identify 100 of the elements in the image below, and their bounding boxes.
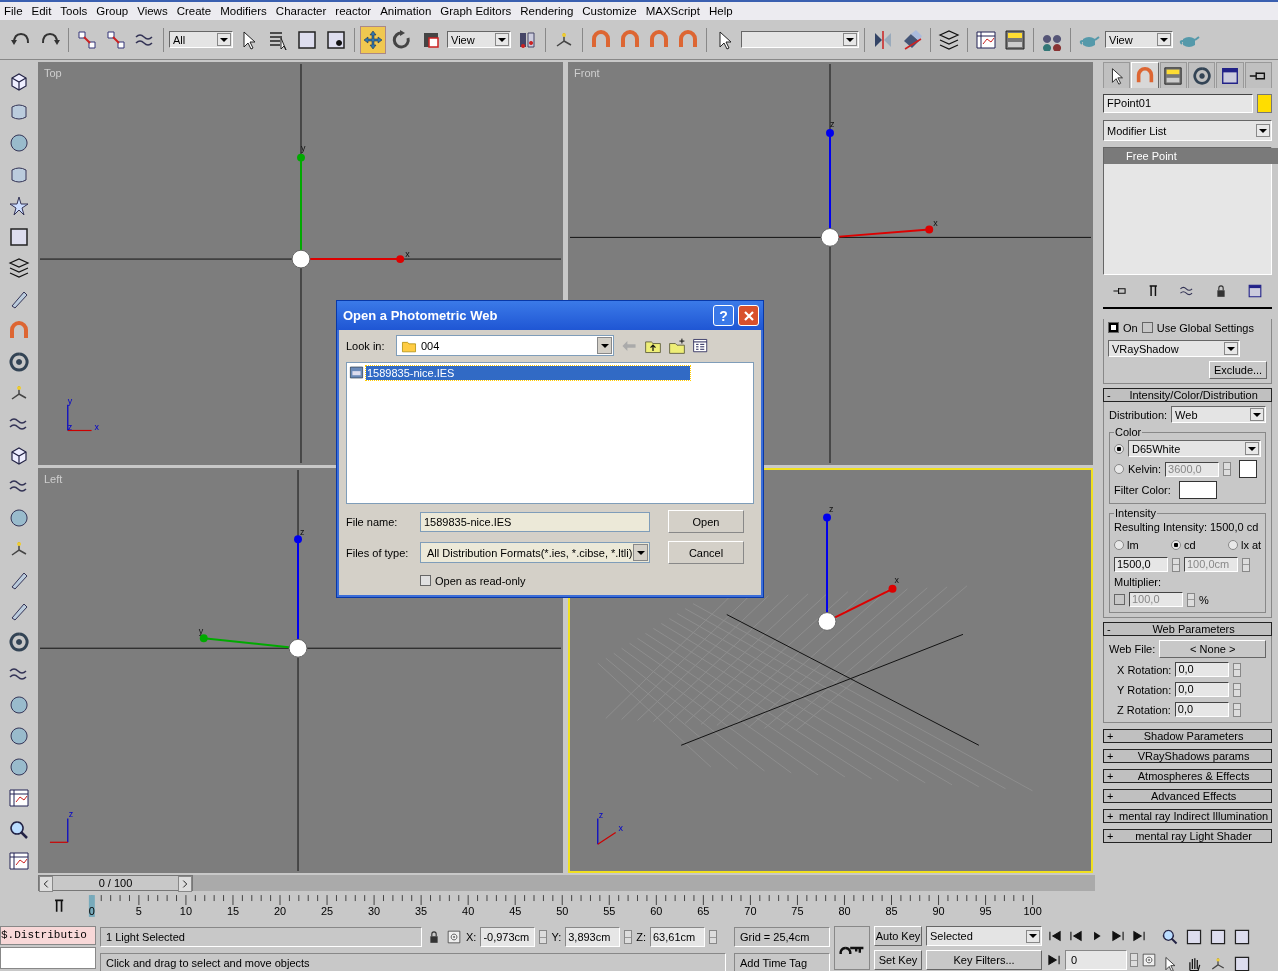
modify-tab[interactable] — [1131, 62, 1159, 88]
create-tab[interactable] — [1103, 62, 1131, 88]
sphere-tool-icon[interactable] — [8, 724, 30, 747]
maxscript-listener-field[interactable]: $.Distributio — [0, 926, 96, 945]
checkbox[interactable] — [1141, 322, 1153, 333]
menu-item[interactable]: Tools — [56, 5, 93, 17]
zoom-icon[interactable] — [1161, 928, 1179, 946]
menu-item[interactable]: Create — [172, 5, 217, 17]
checkbox[interactable] — [1108, 322, 1119, 333]
table-tool-icon[interactable] — [8, 849, 30, 872]
spinner-arrows-icon[interactable] — [1223, 462, 1232, 476]
file-name-field[interactable]: 1589835-nice.IES — [420, 511, 650, 532]
go-to-start-icon[interactable] — [1046, 928, 1064, 944]
add-time-tag-button[interactable]: Add Time Tag — [734, 953, 830, 971]
rollout-header[interactable]: + mental ray Light Shader — [1103, 829, 1273, 843]
filter-color-swatch[interactable] — [1178, 481, 1217, 499]
key-mode-dropdown[interactable]: Selected — [926, 926, 1042, 946]
look-in-dropdown[interactable]: 004 — [396, 335, 614, 356]
sphere-tool-icon[interactable] — [8, 132, 30, 155]
radio-button[interactable] — [1114, 539, 1124, 550]
coordinate-field[interactable]: 3,893cm — [565, 927, 621, 947]
spinner-arrows-icon[interactable] — [1130, 953, 1138, 967]
menu-item[interactable]: Character — [271, 5, 332, 17]
radio-button[interactable] — [1114, 464, 1124, 474]
dropdown[interactable] — [741, 31, 859, 48]
dropdown[interactable]: View — [447, 31, 511, 48]
rotation-spinner[interactable]: 0,0 — [1175, 682, 1230, 697]
spinner-arrows-icon[interactable] — [1233, 662, 1242, 677]
rollout-header[interactable]: + Advanced Effects — [1103, 789, 1273, 803]
key-filters-button[interactable]: Key Filters... — [926, 950, 1042, 970]
spinner-arrows-icon[interactable] — [1187, 592, 1195, 607]
table-tool-icon[interactable] — [8, 787, 30, 810]
sphere-tool-icon[interactable] — [8, 756, 30, 779]
kelvin-color-swatch[interactable] — [1239, 460, 1258, 478]
gear-tool-icon[interactable] — [8, 350, 30, 373]
maxscript-input-field[interactable] — [0, 947, 96, 969]
modifier-list-dropdown[interactable]: Modifier List — [1103, 120, 1272, 141]
rotation-spinner[interactable]: 0,0 — [1174, 702, 1229, 717]
star-tool-icon[interactable] — [8, 194, 30, 217]
menu-item[interactable]: Modifiers — [216, 5, 272, 17]
spinner-arrows-icon[interactable] — [624, 930, 633, 944]
next-frame-icon[interactable] — [178, 876, 192, 892]
help-button[interactable]: ? — [713, 305, 734, 326]
menu-item[interactable]: File — [0, 5, 28, 17]
spinner-arrows-icon[interactable] — [1172, 557, 1180, 572]
object-color-swatch[interactable] — [1257, 94, 1272, 113]
file-entry[interactable]: 1589835-nice.IES — [366, 365, 690, 380]
menu-item[interactable]: Edit — [27, 5, 57, 17]
transform-gizmo[interactable] — [817, 513, 897, 631]
next-frame-icon[interactable] — [1109, 928, 1127, 944]
intensity-spinner[interactable]: 1500,0 — [1114, 557, 1168, 572]
spinner-arrows-icon[interactable] — [709, 930, 717, 944]
checkbox[interactable] — [1114, 594, 1125, 605]
radio-button[interactable] — [1228, 539, 1238, 550]
color-preset-dropdown[interactable]: D65White — [1128, 440, 1262, 457]
close-button[interactable] — [738, 305, 759, 326]
menu-item[interactable]: Help — [704, 5, 738, 17]
gear-tool-icon[interactable] — [8, 631, 30, 654]
sphere-tool-icon[interactable] — [8, 506, 30, 529]
previous-frame-icon[interactable] — [1067, 928, 1085, 944]
move-icon[interactable] — [360, 25, 386, 54]
previous-frame-icon[interactable] — [39, 876, 53, 892]
sphere-tool-icon[interactable] — [8, 693, 30, 716]
menu-item[interactable]: reactor — [331, 5, 377, 17]
menu-item[interactable]: MAXScript — [641, 5, 705, 17]
auto-key-button[interactable]: Auto Key — [874, 926, 922, 946]
set-key-mode-button[interactable] — [834, 926, 870, 970]
shadow-type-dropdown[interactable]: VRayShadow — [1108, 340, 1240, 357]
menu-item[interactable]: Rendering — [516, 5, 579, 17]
radio-button[interactable] — [1114, 443, 1124, 454]
rotation-spinner[interactable]: 0,0 — [1175, 662, 1230, 677]
spinner-arrows-icon[interactable] — [1233, 682, 1242, 697]
coordinate-field[interactable]: 63,61cm — [650, 927, 705, 947]
cancel-button[interactable]: Cancel — [668, 541, 744, 564]
layers-tool-icon[interactable] — [8, 257, 30, 280]
open-button[interactable]: Open — [668, 510, 744, 533]
view-menu-icon[interactable] — [692, 336, 710, 355]
spinner-arrows-icon[interactable] — [1232, 702, 1241, 717]
rollout-header[interactable]: - Intensity/Color/Distribution — [1103, 388, 1273, 402]
rollout-header[interactable]: - Web Parameters — [1103, 622, 1273, 636]
menu-item[interactable]: Views — [133, 5, 173, 17]
object-name-field[interactable]: FPoint01 — [1103, 94, 1253, 113]
current-frame-field[interactable]: 0 — [1065, 950, 1127, 970]
exclude-button[interactable]: Exclude... — [1208, 361, 1268, 379]
distribution-dropdown[interactable]: Web — [1171, 406, 1267, 423]
menu-item[interactable]: Group — [92, 5, 134, 17]
web-file-button[interactable]: < None > — [1159, 640, 1267, 658]
dropdown[interactable]: All — [169, 31, 233, 48]
rollout-header[interactable]: + mental ray Indirect Illumination — [1103, 809, 1273, 823]
file-type-dropdown[interactable]: All Distribution Formats(*.ies, *.cibse, *.ltli) — [420, 542, 650, 563]
menu-item[interactable]: Customize — [578, 5, 642, 17]
rollout-header[interactable]: + Atmospheres & Effects — [1103, 769, 1273, 783]
motion-tab[interactable] — [1188, 62, 1216, 88]
spinner-arrows-icon[interactable] — [539, 930, 548, 944]
coordinate-field[interactable]: -0,973cm — [480, 927, 536, 947]
stack-item[interactable]: Free Point — [1104, 148, 1278, 164]
menu-item[interactable]: Animation — [376, 5, 437, 17]
track-bar[interactable]: 0 5 10 15 20 25 30 35 40 45 50 55 60 65 70 75 80 85 90 95 100 — [72, 893, 1095, 919]
go-to-end-icon[interactable] — [1130, 928, 1148, 944]
menu-item[interactable]: Graph Editors — [436, 5, 517, 17]
